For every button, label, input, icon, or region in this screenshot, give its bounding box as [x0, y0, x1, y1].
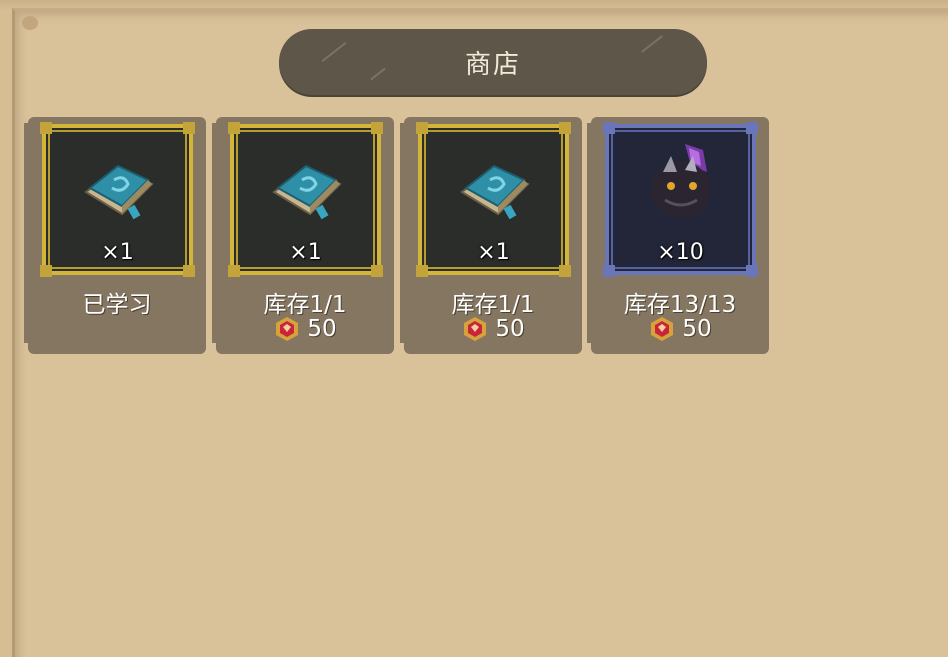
item-status: 已学习 — [82, 292, 152, 318]
shop-item-card-3[interactable]: ×1 库存1/1 50 — [400, 117, 582, 354]
red-gem-currency-icon — [464, 317, 487, 341]
panel-corner-decoration — [22, 16, 38, 30]
blue-book-icon — [84, 164, 154, 220]
item-quantity: ×10 — [657, 240, 704, 265]
shop-item-card-1[interactable]: ×1 已学习 — [24, 117, 206, 354]
item-frame: ×1 — [416, 122, 571, 277]
item-price-value: 50 — [682, 316, 712, 342]
item-price: 50 — [404, 315, 582, 343]
red-gem-currency-icon — [651, 317, 674, 341]
item-stock: 库存1/1 — [451, 292, 535, 318]
red-gem-currency-icon — [276, 317, 299, 341]
shop-title-bar: 商店 — [279, 29, 707, 95]
item-price-value: 50 — [495, 316, 525, 342]
blue-book-icon — [460, 164, 530, 220]
item-frame: ×10 — [603, 122, 758, 277]
shop-item-card-2[interactable]: ×1 库存1/1 50 — [212, 117, 394, 354]
item-price-value: 50 — [307, 316, 337, 342]
shop-title: 商店 — [464, 49, 521, 80]
dark-crystal-creature-icon — [651, 144, 711, 218]
item-quantity: ×1 — [477, 240, 510, 265]
item-stock: 库存1/1 — [263, 292, 347, 318]
item-price: 50 — [591, 315, 769, 343]
item-frame: ×1 — [228, 122, 383, 277]
item-quantity: ×1 — [101, 240, 134, 265]
item-quantity: ×1 — [289, 240, 322, 265]
item-frame: ×1 — [40, 122, 195, 277]
shop-item-card-4[interactable]: ×10 库存13/13 50 — [587, 117, 769, 354]
item-stock: 库存13/13 — [623, 292, 737, 318]
blue-book-icon — [272, 164, 342, 220]
item-price: 50 — [216, 315, 394, 343]
